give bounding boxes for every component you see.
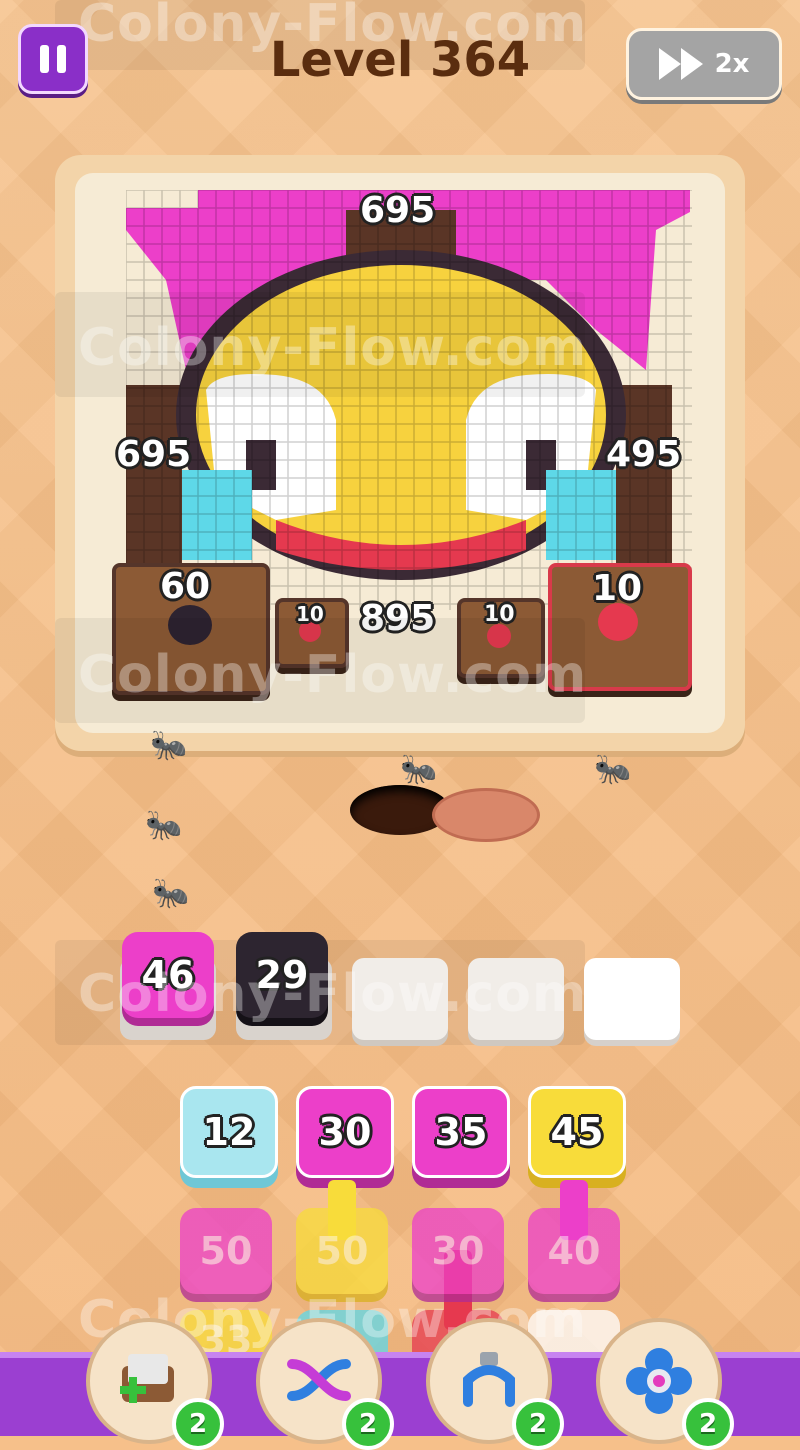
- magnet-claw-icon: [463, 1352, 515, 1407]
- queue-slot-empty[interactable]: [584, 958, 680, 1040]
- grid-tile: 30: [412, 1208, 504, 1294]
- ant-icon: 🐜: [594, 752, 632, 787]
- powerup-count-badge: 2: [172, 1398, 224, 1450]
- flower-ring-icon: [626, 1348, 692, 1414]
- hole-lid: [432, 788, 540, 842]
- fast-forward-icon: [658, 48, 703, 80]
- grid-tile: 50: [296, 1208, 388, 1294]
- speed-label: 2x: [714, 49, 750, 79]
- label-crate-left: 60: [160, 566, 211, 607]
- grid-tile[interactable]: 30: [296, 1086, 394, 1178]
- ant-icon: 🐜: [150, 728, 188, 763]
- label-top: 695: [360, 190, 436, 231]
- grid-tile[interactable]: 12: [180, 1086, 278, 1178]
- add-box-icon: [120, 1354, 174, 1403]
- powerup-count-badge: 2: [512, 1398, 564, 1450]
- label-right: 495: [606, 434, 682, 475]
- label-crate-right: 10: [592, 568, 643, 609]
- powerup-count-badge: 2: [682, 1398, 734, 1450]
- pixel-art: [126, 190, 692, 610]
- watermark-text: Colony-Flow.com: [78, 964, 588, 1024]
- grid-tile[interactable]: 35: [412, 1086, 510, 1178]
- powerup-count-badge: 2: [342, 1398, 394, 1450]
- cells-overlay: [126, 190, 692, 610]
- grid-tile: 40: [528, 1208, 620, 1294]
- watermark-text: Colony-Flow.com: [78, 645, 588, 705]
- watermark-text: Colony-Flow.com: [78, 318, 588, 378]
- ant-icon: 🐜: [145, 808, 183, 843]
- grid-tile[interactable]: 45: [528, 1086, 626, 1178]
- ant-icon: 🐜: [400, 752, 438, 787]
- label-left: 695: [116, 434, 192, 475]
- grid-tile: 50: [180, 1208, 272, 1294]
- shuffle-icon: [287, 1359, 351, 1401]
- speed-button[interactable]: 2x: [626, 28, 782, 100]
- ant-icon: 🐜: [152, 876, 190, 911]
